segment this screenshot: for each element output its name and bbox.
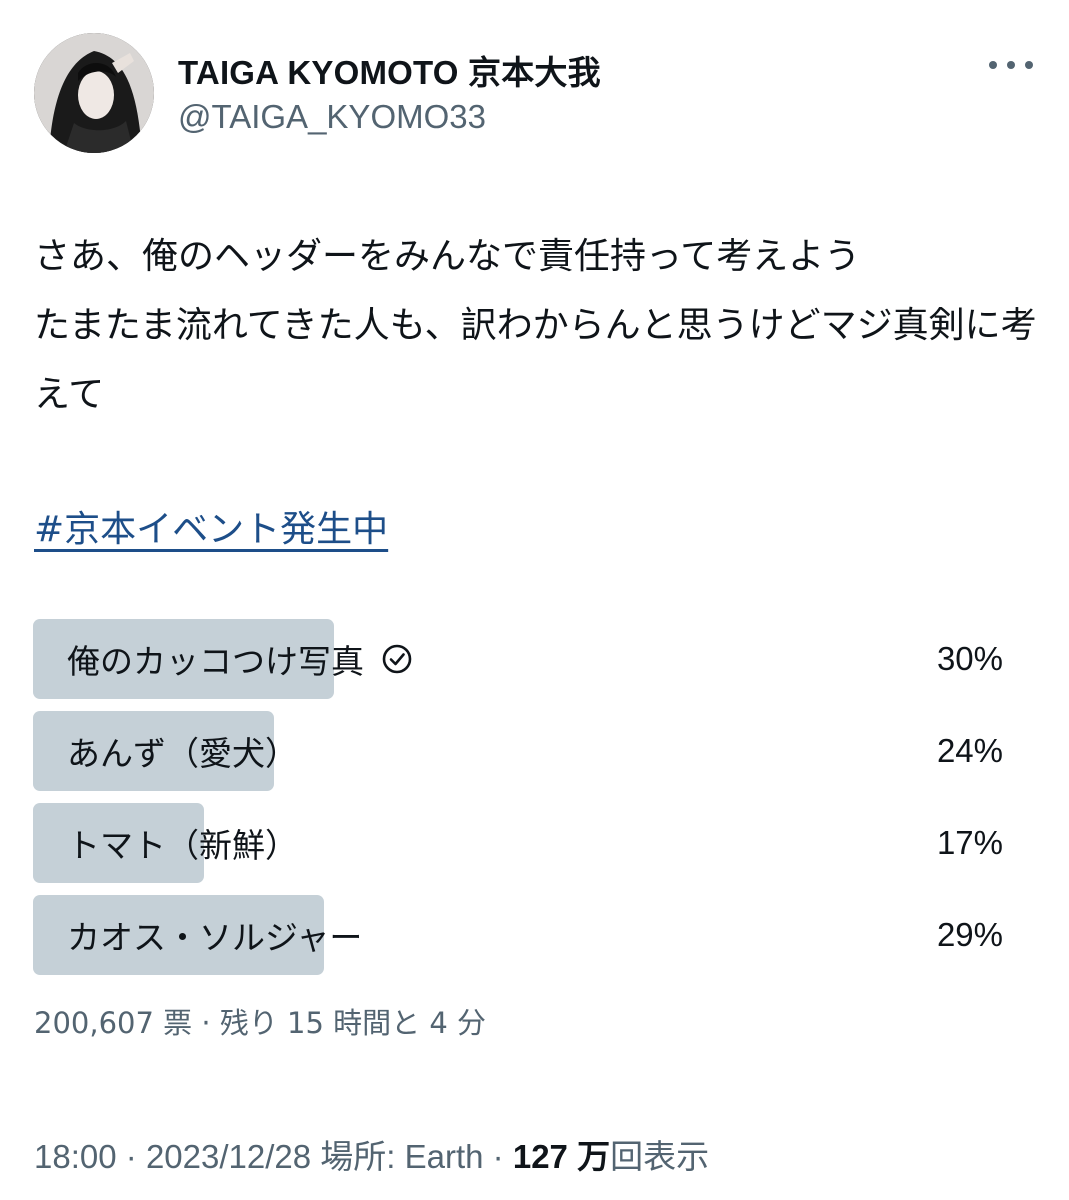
avatar[interactable] xyxy=(34,33,154,153)
ellipsis-icon xyxy=(1025,61,1033,69)
tweet-text: さあ、俺のヘッダーをみんなで責任持って考えよう たまたま流れてきた人も、訳わから… xyxy=(34,236,1037,415)
ellipsis-icon xyxy=(989,61,997,69)
poll-meta: 200,607 票 · 残り 15 時間と 4 分 xyxy=(34,1000,486,1042)
poll-vote-count: 200,607 票 xyxy=(34,1006,193,1040)
poll-option-label: あんず（愛犬） xyxy=(67,734,298,773)
poll-option-label: カオス・ソルジャー xyxy=(67,918,363,957)
separator: · xyxy=(201,1006,211,1040)
tweet-location: 場所: Earth xyxy=(320,1138,484,1175)
separator: · xyxy=(125,1138,137,1175)
poll-option-percent: 30% xyxy=(936,640,1003,677)
poll-option: カオス・ソルジャー 29% xyxy=(33,895,1003,975)
avatar-photo xyxy=(34,33,154,153)
poll: 俺のカッコつけ写真 30% あんず（愛犬） 24% トマト（新鮮） 17% カオ… xyxy=(33,619,1003,987)
poll-option-percent: 24% xyxy=(936,732,1003,769)
check-circle-icon xyxy=(382,644,412,674)
poll-time-remaining: 残り 15 時間と 4 分 xyxy=(219,1006,487,1040)
poll-option-percent: 29% xyxy=(936,916,1003,953)
poll-option-percent: 17% xyxy=(936,824,1003,861)
view-count[interactable]: 127 万 xyxy=(513,1138,610,1175)
poll-option-label: トマト（新鮮） xyxy=(67,826,298,865)
view-count-label: 回表示 xyxy=(610,1138,710,1175)
more-options-button[interactable] xyxy=(989,50,1033,80)
poll-option: あんず（愛犬） 24% xyxy=(33,711,1003,791)
hashtag-link[interactable]: #京本イベント発生中 xyxy=(34,500,388,552)
poll-option-label: 俺のカッコつけ写真 xyxy=(67,642,364,681)
poll-option: 俺のカッコつけ写真 30% xyxy=(33,619,1003,699)
tweet-date[interactable]: 2023/12/28 xyxy=(146,1138,311,1175)
author-handle[interactable]: @TAIGA_KYOMO33 xyxy=(178,98,486,136)
author-display-name[interactable]: TAIGA KYOMOTO 京本大我 xyxy=(178,46,601,94)
separator: · xyxy=(492,1138,504,1175)
tweet-timestamp: 18:00 · 2023/12/28 場所: Earth · 127 万回表示 xyxy=(34,1130,709,1178)
poll-option: トマト（新鮮） 17% xyxy=(33,803,1003,883)
tweet-time[interactable]: 18:00 xyxy=(34,1138,117,1175)
ellipsis-icon xyxy=(1007,61,1015,69)
